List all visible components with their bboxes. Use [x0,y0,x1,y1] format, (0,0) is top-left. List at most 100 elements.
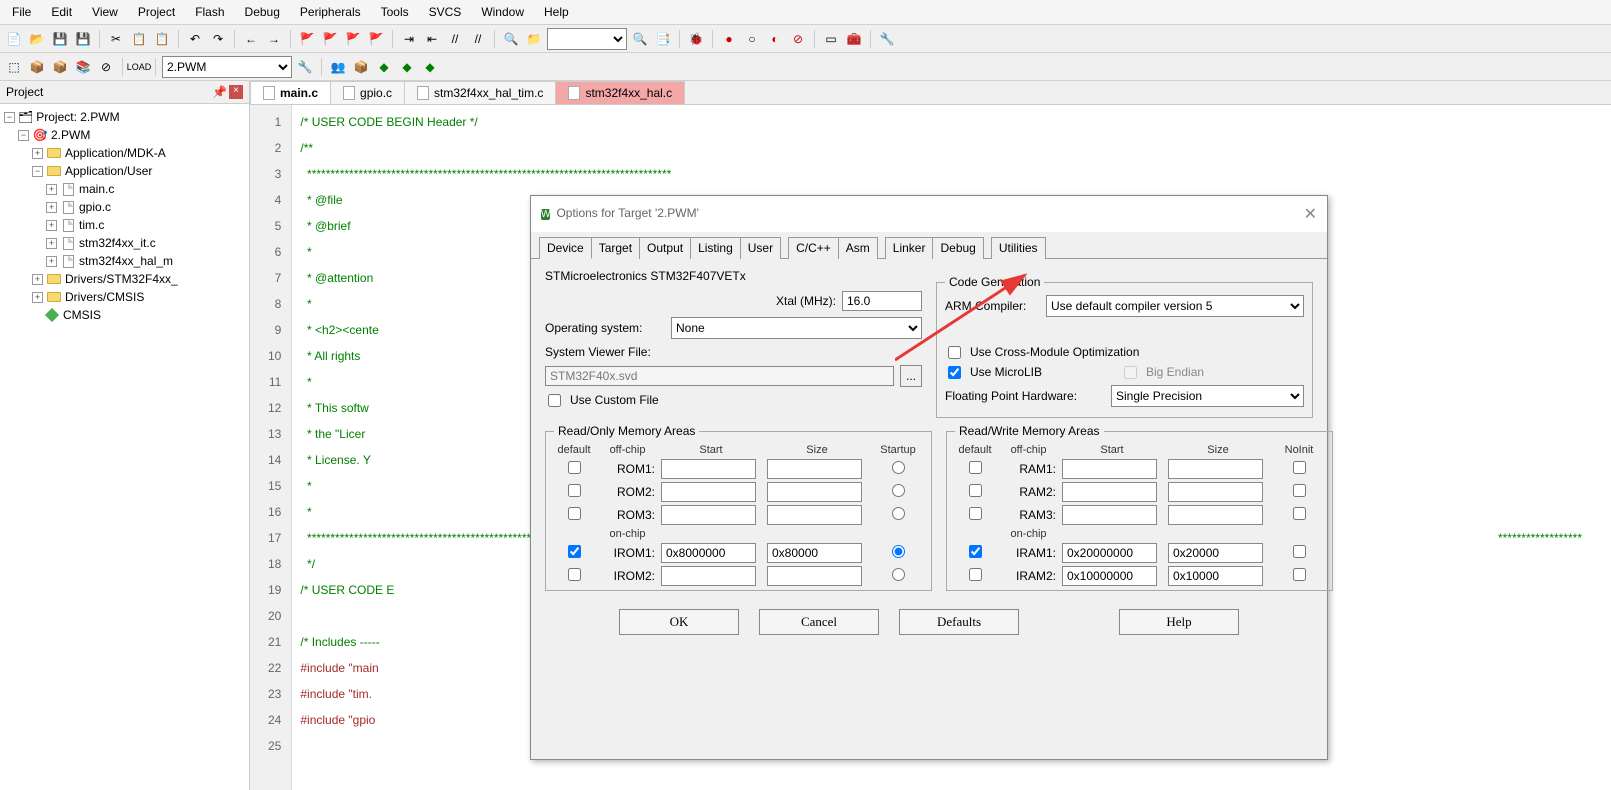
open-icon[interactable]: 📂 [27,29,47,49]
mem-start-input[interactable] [1062,566,1157,586]
mem-last-input[interactable] [1293,545,1306,558]
tree-group[interactable]: Drivers/CMSIS [65,290,144,304]
menu-help[interactable]: Help [536,3,577,21]
expander-icon[interactable]: + [46,256,57,267]
dialog-titlebar[interactable]: WOptions for Target '2.PWM' ✕ [531,196,1327,232]
mem-size-input[interactable] [1168,505,1263,525]
mem-default-checkbox[interactable] [969,568,982,581]
tab-linker[interactable]: Linker [885,237,934,259]
tree-file[interactable]: stm32f4xx_it.c [79,236,156,250]
tree-file[interactable]: tim.c [79,218,104,232]
mem-start-input[interactable] [1062,482,1157,502]
menu-svcs[interactable]: SVCS [421,3,470,21]
tab-main-c[interactable]: main.c [250,81,331,104]
mem-size-input[interactable] [767,543,862,563]
target-select[interactable]: 2.PWM [162,56,292,78]
expander-icon[interactable]: + [32,148,43,159]
new-file-icon[interactable]: 📄 [4,29,24,49]
manage-icon[interactable]: 👥 [328,57,348,77]
browse-icon[interactable]: 📑 [653,29,673,49]
redo-icon[interactable]: ↷ [208,29,228,49]
menu-window[interactable]: Window [473,3,532,21]
expander-icon[interactable]: + [32,274,43,285]
find-combo[interactable] [547,28,627,50]
close-icon[interactable]: × [229,85,243,99]
save-all-icon[interactable]: 💾 [73,29,93,49]
ok-button[interactable]: OK [619,609,739,635]
expander-icon[interactable]: − [32,166,43,177]
expander-icon[interactable]: + [46,220,57,231]
tree-group[interactable]: CMSIS [63,308,101,322]
mem-last-input[interactable] [1293,568,1306,581]
mem-default-checkbox[interactable] [568,484,581,497]
menu-tools[interactable]: Tools [373,3,417,21]
menu-peripherals[interactable]: Peripherals [292,3,369,21]
nav-fwd-icon[interactable]: → [264,29,284,49]
save-icon[interactable]: 💾 [50,29,70,49]
mem-size-input[interactable] [1168,459,1263,479]
download-icon[interactable]: LOAD [129,57,149,77]
debug-icon[interactable]: 🐞 [686,29,706,49]
tab-listing[interactable]: Listing [690,237,741,259]
bookmark-prev-icon[interactable]: 🚩 [320,29,340,49]
mem-last-input[interactable] [892,545,905,558]
tab-hal-c[interactable]: stm32f4xx_hal.c [555,81,685,104]
menu-debug[interactable]: Debug [237,3,288,21]
mem-size-input[interactable] [1168,543,1263,563]
mem-start-input[interactable] [661,459,756,479]
mem-default-checkbox[interactable] [969,507,982,520]
expander-icon[interactable]: + [46,184,57,195]
mem-size-input[interactable] [767,505,862,525]
window-icon[interactable]: ▭ [821,29,841,49]
toolbox-icon[interactable]: 🧰 [844,29,864,49]
tab-utilities[interactable]: Utilities [991,237,1046,259]
find-icon[interactable]: 🔍 [501,29,521,49]
defaults-button[interactable]: Defaults [899,609,1019,635]
expander-icon[interactable]: + [46,202,57,213]
mem-size-input[interactable] [1168,566,1263,586]
indent-icon[interactable]: ⇥ [399,29,419,49]
tab-gpio-c[interactable]: gpio.c [330,81,405,104]
close-icon[interactable]: ✕ [1304,204,1317,224]
mem-start-input[interactable] [1062,543,1157,563]
mem-start-input[interactable] [1062,505,1157,525]
mem-default-checkbox[interactable] [568,545,581,558]
arm-select[interactable]: Use default compiler version 5 [1046,295,1304,317]
tab-hal-tim-c[interactable]: stm32f4xx_hal_tim.c [404,81,556,104]
mem-start-input[interactable] [661,505,756,525]
mem-size-input[interactable] [767,566,862,586]
tab-asm[interactable]: Asm [838,237,878,259]
packs-icon[interactable]: 📦 [351,57,371,77]
xtal-input[interactable] [842,291,922,311]
cut-icon[interactable]: ✂ [106,29,126,49]
findfiles-icon[interactable]: 📁 [524,29,544,49]
tab-output[interactable]: Output [639,237,691,259]
rebuild-icon[interactable]: 📦 [50,57,70,77]
cross-checkbox[interactable] [948,346,961,359]
expander-icon[interactable]: + [32,292,43,303]
menu-project[interactable]: Project [130,3,183,21]
bookmark-next-icon[interactable]: 🚩 [343,29,363,49]
menu-view[interactable]: View [84,3,126,21]
tree-file[interactable]: stm32f4xx_hal_m [79,254,173,268]
help-button[interactable]: Help [1119,609,1239,635]
mem-default-checkbox[interactable] [568,461,581,474]
paste-icon[interactable]: 📋 [152,29,172,49]
stop-build-icon[interactable]: ⊘ [96,57,116,77]
options-icon[interactable]: 🔧 [295,57,315,77]
outdent-icon[interactable]: ⇤ [422,29,442,49]
mem-default-checkbox[interactable] [969,461,982,474]
mem-last-input[interactable] [892,507,905,520]
tree-group[interactable]: Application/MDK-A [65,146,166,160]
mem-last-input[interactable] [1293,461,1306,474]
tree-file[interactable]: gpio.c [79,200,111,214]
tree-group[interactable]: Drivers/STM32F4xx_ [65,272,178,286]
bookmark-clear-icon[interactable]: 🚩 [366,29,386,49]
tree-root[interactable]: Project: 2.PWM [36,110,119,124]
custom-file-checkbox[interactable] [548,394,561,407]
mem-last-input[interactable] [1293,507,1306,520]
tab-debug[interactable]: Debug [932,237,983,259]
mem-default-checkbox[interactable] [969,484,982,497]
tab-cpp[interactable]: C/C++ [788,237,839,259]
mem-last-input[interactable] [892,484,905,497]
